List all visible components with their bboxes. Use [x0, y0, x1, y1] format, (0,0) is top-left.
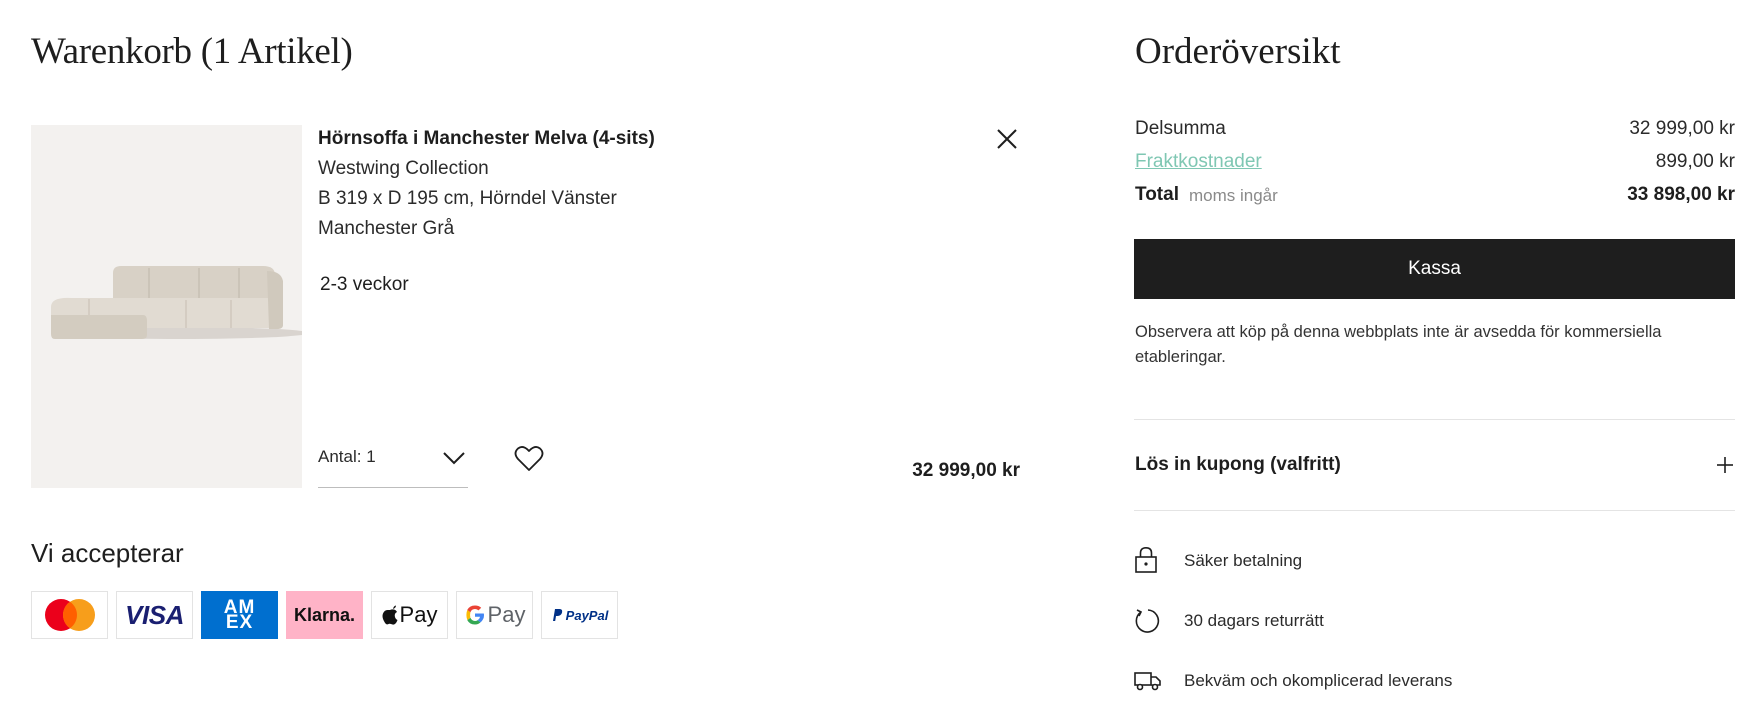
subtotal-label: Delsumma	[1135, 118, 1226, 139]
payments-heading: Vi accepterar	[31, 538, 184, 568]
coupon-label: Lös in kupong (valfritt)	[1135, 454, 1341, 475]
item-price: 32 999,00 kr	[912, 460, 1020, 481]
apple-pay-logo: Pay	[371, 591, 448, 639]
product-name[interactable]: Hörnsoffa i Manchester Melva (4-sits)	[318, 128, 655, 150]
divider	[1134, 510, 1735, 511]
product-brand: Westwing Collection	[318, 158, 489, 179]
google-g-icon	[465, 605, 484, 625]
paypal-logo: PayPal	[541, 591, 618, 639]
total-label: Total	[1135, 184, 1179, 205]
paypal-p-icon	[552, 609, 562, 621]
amex-logo: AMEX	[201, 591, 278, 639]
total-value: 33 898,00 kr	[1627, 184, 1735, 205]
checkout-button[interactable]: Kassa	[1134, 239, 1735, 299]
quantity-label: Antal: 1	[318, 447, 376, 466]
product-dimensions: B 319 x D 195 cm, Hörndel Vänster	[318, 188, 617, 209]
apple-icon	[382, 605, 398, 625]
close-icon	[997, 129, 1017, 149]
commercial-use-notice: Observera att köp på denna webbplats int…	[1135, 323, 1662, 366]
quantity-select[interactable]: Antal: 1	[318, 440, 468, 488]
delivery-time: 2-3 veckor	[320, 274, 409, 295]
cart-title: Warenkorb (1 Artikel)	[31, 31, 353, 72]
payment-methods: VISA AMEX Klarna. Pay Pay PayPal	[31, 591, 618, 639]
product-color: Manchester Grå	[318, 218, 455, 239]
remove-item-button[interactable]	[992, 124, 1022, 154]
klarna-logo: Klarna.	[286, 591, 363, 639]
product-image[interactable]	[31, 125, 302, 488]
chevron-down-icon	[443, 452, 465, 465]
google-pay-logo: Pay	[456, 591, 533, 639]
secure-payment-text: Säker betalning	[1184, 551, 1303, 570]
delivery-truck-icon	[1134, 672, 1161, 691]
return-arrow-icon	[1135, 609, 1160, 633]
delivery-text: Bekväm och okomplicerad leverans	[1184, 671, 1453, 690]
redeem-coupon-toggle[interactable]: Lös in kupong (valfritt)	[1134, 420, 1735, 510]
shipping-costs-value: 899,00 kr	[1655, 151, 1735, 172]
lock-icon	[1135, 546, 1157, 573]
subtotal-value: 32 999,00 kr	[1629, 118, 1735, 139]
wishlist-button[interactable]	[514, 445, 544, 478]
returns-text: 30 dagars returrätt	[1184, 611, 1324, 630]
order-summary-title: Orderöversikt	[1135, 31, 1341, 72]
shipping-costs-link[interactable]: Fraktkostnader	[1135, 151, 1262, 173]
plus-icon	[1717, 457, 1733, 473]
visa-logo: VISA	[116, 591, 193, 639]
corner-sofa-image	[31, 125, 302, 488]
mastercard-logo	[31, 591, 108, 639]
heart-icon	[514, 446, 544, 471]
vat-note: moms ingår	[1189, 186, 1278, 205]
